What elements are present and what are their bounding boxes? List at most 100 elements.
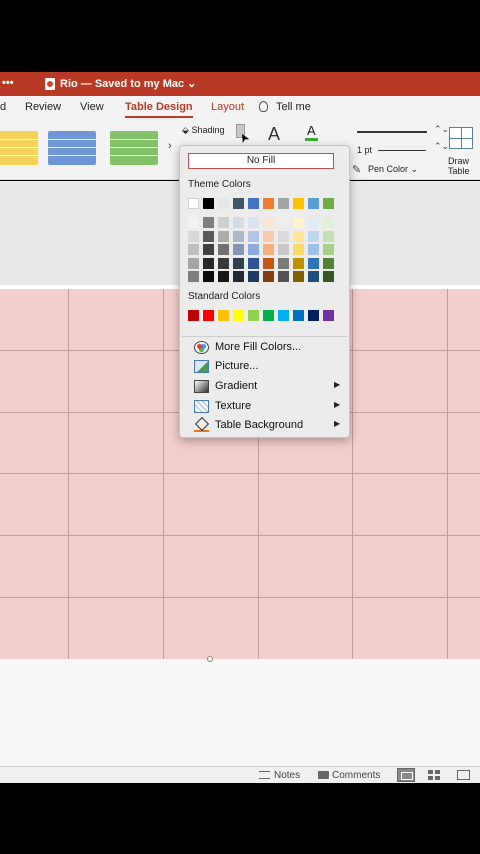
theme-shade-swatch[interactable] [248, 230, 259, 242]
resize-handle[interactable] [207, 656, 213, 662]
picture-item[interactable]: Picture... [194, 358, 344, 376]
theme-shade-swatch[interactable] [233, 230, 244, 242]
theme-shade-swatch[interactable] [188, 271, 199, 282]
table-style-yellow[interactable] [0, 131, 38, 165]
draw-table-label[interactable]: Draw Table [448, 156, 474, 176]
no-fill-option[interactable]: No Fill [188, 153, 334, 169]
theme-shade-swatch[interactable] [218, 230, 229, 242]
theme-shade-swatch[interactable] [233, 271, 244, 282]
slide-sorter-icon[interactable] [428, 770, 440, 780]
theme-shade-swatch[interactable] [263, 257, 274, 269]
theme-shade-swatch[interactable] [188, 257, 199, 269]
tab-view[interactable]: View [80, 101, 104, 113]
theme-shade-swatch[interactable] [323, 271, 334, 282]
standard-color-swatch[interactable] [263, 310, 274, 321]
theme-shade-swatch[interactable] [308, 244, 319, 255]
standard-color-swatch[interactable] [233, 310, 244, 321]
theme-color-swatch[interactable] [293, 198, 304, 209]
theme-shade-swatch[interactable] [308, 257, 319, 269]
theme-shade-swatch[interactable] [278, 217, 289, 228]
theme-color-swatch[interactable] [203, 198, 214, 209]
gallery-more-arrow-icon[interactable]: › [168, 140, 172, 152]
theme-shade-swatch[interactable] [218, 257, 229, 269]
theme-shade-swatch[interactable] [278, 271, 289, 282]
theme-shade-swatch[interactable] [293, 230, 304, 242]
theme-shade-swatch[interactable] [323, 217, 334, 228]
theme-shade-swatch[interactable] [203, 257, 214, 269]
theme-shade-swatch[interactable] [203, 271, 214, 282]
tab-table-design[interactable]: Table Design [125, 101, 193, 118]
window-title[interactable]: Rio — Saved to my Mac ⌄ [60, 77, 196, 90]
theme-shade-swatch[interactable] [233, 217, 244, 228]
theme-color-swatch[interactable] [323, 198, 334, 209]
pen-style-line[interactable] [357, 131, 427, 133]
theme-shade-swatch[interactable] [278, 244, 289, 255]
notes-button[interactable]: Notes [274, 770, 300, 781]
theme-color-swatch[interactable] [218, 198, 229, 209]
texture-item[interactable]: Texture ▶ [194, 398, 344, 416]
theme-shade-swatch[interactable] [248, 271, 259, 282]
theme-shade-swatch[interactable] [308, 271, 319, 282]
theme-shade-swatch[interactable] [323, 257, 334, 269]
theme-shade-swatch[interactable] [218, 217, 229, 228]
theme-shade-swatch[interactable] [263, 230, 274, 242]
standard-color-swatch[interactable] [188, 310, 199, 321]
shading-button[interactable]: ⬙ Shading [182, 125, 224, 136]
standard-color-swatch[interactable] [248, 310, 259, 321]
theme-shade-swatch[interactable] [293, 217, 304, 228]
draw-table-icon[interactable] [449, 127, 473, 149]
theme-shade-swatch[interactable] [248, 217, 259, 228]
standard-color-swatch[interactable] [323, 310, 334, 321]
pen-weight-value[interactable]: 1 pt [357, 145, 372, 155]
pen-style-stepper-icon[interactable]: ⌃⌄ [434, 125, 449, 134]
more-fill-colors-item[interactable]: More Fill Colors... [194, 339, 344, 357]
theme-shade-swatch[interactable] [203, 230, 214, 242]
table-style-blue[interactable] [48, 131, 96, 165]
theme-color-swatch[interactable] [308, 198, 319, 209]
theme-shade-swatch[interactable] [263, 244, 274, 255]
standard-color-swatch[interactable] [278, 310, 289, 321]
standard-color-swatch[interactable] [308, 310, 319, 321]
theme-shade-swatch[interactable] [203, 244, 214, 255]
comments-button[interactable]: Comments [332, 770, 380, 781]
theme-shade-swatch[interactable] [263, 271, 274, 282]
theme-shade-swatch[interactable] [248, 257, 259, 269]
tab-review[interactable]: Review [25, 101, 61, 113]
theme-shade-swatch[interactable] [293, 244, 304, 255]
theme-shade-swatch[interactable] [188, 244, 199, 255]
font-color-icon[interactable]: A [307, 123, 316, 138]
table-background-item[interactable]: Table Background ▶ [194, 417, 344, 435]
theme-shade-swatch[interactable] [308, 217, 319, 228]
pen-weight-stepper-icon[interactable]: ⌃⌄ [434, 142, 449, 151]
tab-layout[interactable]: Layout [211, 101, 244, 113]
theme-color-swatch[interactable] [263, 198, 274, 209]
theme-color-swatch[interactable] [233, 198, 244, 209]
standard-color-swatch[interactable] [203, 310, 214, 321]
tell-me-search[interactable]: Tell me [276, 101, 311, 113]
theme-shade-swatch[interactable] [278, 257, 289, 269]
theme-shade-swatch[interactable] [308, 230, 319, 242]
gradient-item[interactable]: Gradient ▶ [194, 378, 344, 396]
theme-shade-swatch[interactable] [233, 257, 244, 269]
pen-color-button[interactable]: Pen Color ⌄ [368, 164, 418, 175]
theme-shade-swatch[interactable] [248, 244, 259, 255]
standard-color-swatch[interactable] [293, 310, 304, 321]
text-effects-icon[interactable]: A [268, 124, 280, 145]
normal-view-icon[interactable] [397, 768, 415, 782]
theme-shade-swatch[interactable] [293, 257, 304, 269]
theme-shade-swatch[interactable] [278, 230, 289, 242]
reading-view-icon[interactable] [457, 770, 470, 780]
theme-shade-swatch[interactable] [263, 217, 274, 228]
theme-color-swatch[interactable] [248, 198, 259, 209]
theme-shade-swatch[interactable] [218, 244, 229, 255]
theme-shade-swatch[interactable] [218, 271, 229, 282]
tab-draw[interactable]: d [0, 101, 6, 113]
theme-shade-swatch[interactable] [188, 230, 199, 242]
theme-shade-swatch[interactable] [203, 217, 214, 228]
theme-shade-swatch[interactable] [188, 217, 199, 228]
standard-color-swatch[interactable] [218, 310, 229, 321]
theme-color-swatch[interactable] [188, 198, 199, 209]
theme-color-swatch[interactable] [278, 198, 289, 209]
window-controls[interactable]: ••• [2, 77, 14, 89]
table-style-green[interactable] [110, 131, 158, 165]
